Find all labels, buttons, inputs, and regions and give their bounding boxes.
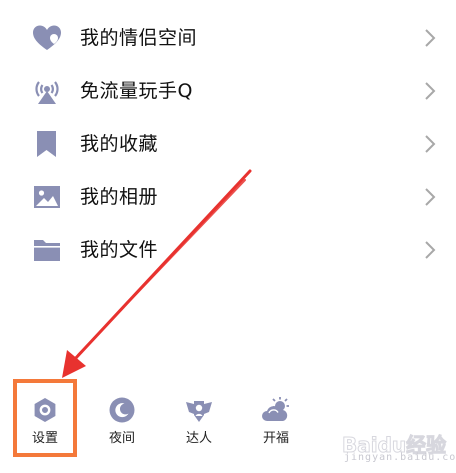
blessing-label: 开福 [262,431,289,446]
settings-hexagon-icon [31,396,59,424]
watermark-url: jingyan.baidu.com [344,452,456,463]
menu-item-favorites[interactable]: 我的收藏 [0,117,456,170]
menu-item-label: 我的文件 [80,239,159,261]
chevron-right-icon [424,187,436,207]
menu-list: 我的情侣空间 免流量玩手Q 我的收藏 我的相册 我的文件 [0,11,456,261]
expert-label: 达人 [185,431,212,446]
menu-item-files[interactable]: 我的文件 [0,223,456,276]
bookmark-icon [32,130,62,158]
menu-item-label: 我的情侣空间 [80,27,198,49]
menu-item-free-data[interactable]: 免流量玩手Q [0,64,456,117]
heart-couple-icon [32,24,62,52]
settings-button[interactable]: 设置 [13,380,77,460]
menu-item-couple-space[interactable]: 我的情侣空间 [0,11,456,64]
night-mode-label: 夜间 [108,431,135,446]
winged-badge-icon [185,396,213,424]
chevron-right-icon [424,240,436,260]
folder-icon [32,236,62,264]
menu-item-label: 我的收藏 [80,133,159,155]
blessing-button[interactable]: 开福 [244,380,308,460]
cloud-sun-icon [262,396,290,424]
settings-label: 设置 [31,431,58,446]
signal-tower-icon [32,77,62,105]
chevron-right-icon [424,28,436,48]
chevron-right-icon [424,134,436,154]
menu-item-label: 免流量玩手Q [80,80,193,102]
photo-album-icon [32,183,62,211]
menu-item-album[interactable]: 我的相册 [0,170,456,223]
menu-item-label: 我的相册 [80,186,159,208]
expert-button[interactable]: 达人 [167,380,231,460]
chevron-right-icon [424,81,436,101]
night-mode-button[interactable]: 夜间 [90,380,154,460]
moon-icon [108,396,136,424]
